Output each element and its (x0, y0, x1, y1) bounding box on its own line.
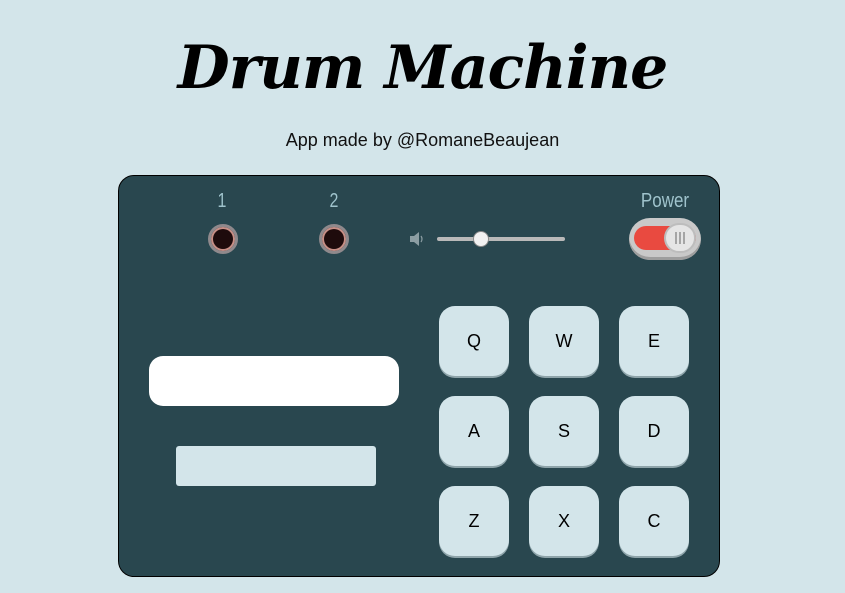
page-title: Drum Machine (177, 33, 669, 103)
volume-slider-thumb[interactable] (473, 231, 489, 247)
grip-line (683, 232, 685, 244)
drum-pad-q[interactable]: Q (439, 306, 509, 376)
speaker-icon (410, 232, 423, 246)
bank-display (176, 446, 376, 486)
drum-pad-c[interactable]: C (619, 486, 689, 556)
author-credit: App made by @RomaneBeaujean (285, 130, 560, 150)
sound-display (149, 356, 399, 406)
bank-1-label: 1 (217, 190, 227, 212)
drum-pad-x[interactable]: X (529, 486, 599, 556)
bank-2-button[interactable] (319, 224, 349, 254)
bank-1-button[interactable] (208, 224, 238, 254)
drum-machine: 1 2 Power Q W E A S D Z X C (118, 175, 720, 577)
power-label: Power (640, 190, 690, 212)
power-toggle-thumb (664, 223, 696, 253)
bank-2-label: 2 (329, 190, 339, 212)
drum-pad-e[interactable]: E (619, 306, 689, 376)
drum-pad-d[interactable]: D (619, 396, 689, 466)
drum-pad-a[interactable]: A (439, 396, 509, 466)
grip-line (679, 232, 681, 244)
drum-pad-w[interactable]: W (529, 306, 599, 376)
drum-pad-z[interactable]: Z (439, 486, 509, 556)
grip-line (675, 232, 677, 244)
drum-pad-s[interactable]: S (529, 396, 599, 466)
volume-slider[interactable] (437, 231, 565, 247)
power-toggle[interactable] (629, 218, 701, 260)
